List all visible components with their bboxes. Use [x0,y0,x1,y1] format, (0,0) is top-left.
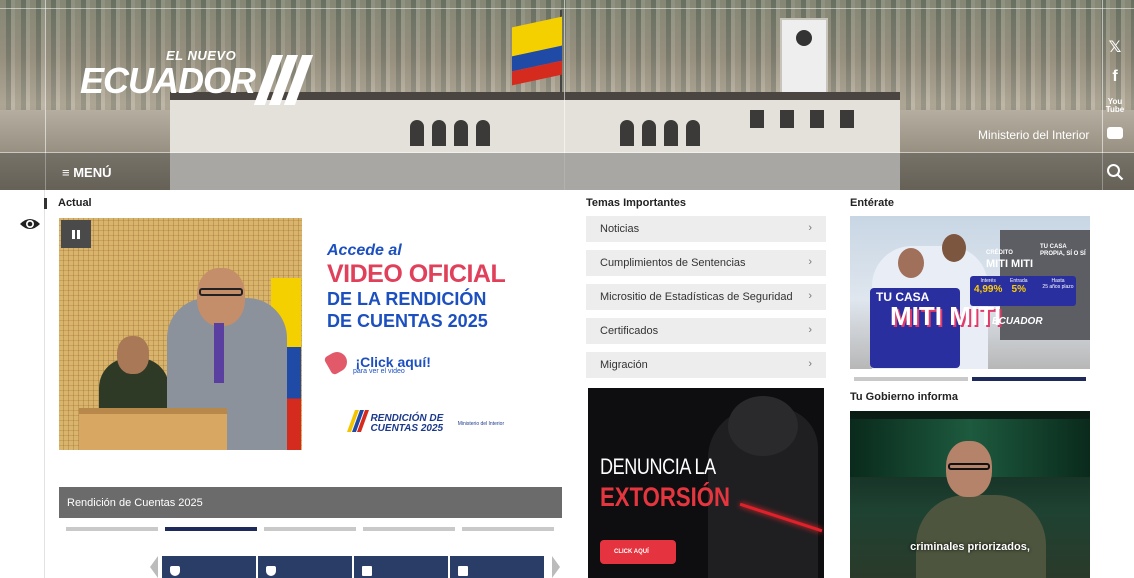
chevron-right-icon: › [808,324,812,336]
nav-bar [0,153,1134,190]
el-nuevo-ecuador-logo[interactable]: EL NUEVO ECUADOR [80,48,314,110]
rendicion-logo: RENDICIÓN DE CUENTAS 2025 Ministerio del … [346,410,505,437]
tema-item-migracion[interactable]: Migración › [586,352,826,378]
quick-card[interactable] [258,556,352,578]
rendicion-logo-line-2: CUENTAS 2025 [370,422,444,434]
slide-line-4: DE CUENTAS 2025 [327,311,488,331]
section-marker [44,198,47,209]
clock-tower [780,18,828,98]
carousel-dot-active[interactable] [165,527,257,531]
banner-brand: ECUADOR [992,316,1043,327]
miti-miti-banner[interactable]: TU CASA MITI MITI CRÉDITO MITI MITI TU CA… [850,216,1090,369]
slide-line-2: VIDEO OFICIAL [327,260,506,288]
tema-label: Cumplimientos de Sentencias [600,257,746,269]
promo-line-2: EXTORSIÓN [600,482,731,512]
banner-miti: MITI MITI [890,301,1002,331]
ministry-name[interactable]: Ministerio del Interior [978,128,1089,142]
slide-text: Accede al VIDEO OFICIAL DE LA RENDICIÓN … [327,242,506,332]
slide-line-1: Accede al [327,242,402,259]
promo-click-button[interactable]: CLICK AQUÍ [600,540,676,564]
search-icon[interactable] [1106,163,1124,181]
logo-stripes [254,55,314,110]
flickr-icon[interactable] [1102,125,1128,154]
tema-label: Noticias [600,223,640,235]
youtube-icon[interactable]: You Tube [1102,96,1128,125]
carousel-dot-active[interactable] [972,377,1086,381]
cards-next-arrow[interactable] [552,556,560,578]
click-here-link[interactable]: ¡Click aquí! para ver el video [323,348,431,376]
carousel-dot[interactable] [854,377,968,381]
tema-label: Micrositio de Estadísticas de Seguridad [600,291,793,303]
x-icon[interactable]: 𝕏 [1102,38,1128,67]
rates-box: Interés 4,99% Entrada 5% Hasta 25 años plaz… [970,276,1076,306]
quick-card[interactable] [450,556,544,578]
slide-photo [59,218,302,450]
banner-tagline: TU CASA PROPIA, SÍ O SÍ [1040,244,1086,257]
rendicion-logo-ministry: Ministerio del Interior [457,420,505,427]
tema-item-sentencias[interactable]: Cumplimientos de Sentencias › [586,250,826,276]
video-subtitle: criminales priorizados, [910,541,1030,553]
carousel-dot[interactable] [462,527,554,531]
carousel-dot[interactable] [264,527,356,531]
tema-item-certificados[interactable]: Certificados › [586,318,826,344]
slide-caption: Rendición de Cuentas 2025 [59,487,562,518]
social-links: 𝕏 f You Tube [1102,38,1128,154]
facebook-icon[interactable]: f [1102,67,1128,96]
folder-icon [362,566,372,576]
pause-button[interactable] [61,220,91,248]
chevron-right-icon: › [808,358,812,370]
chevron-right-icon: › [808,256,812,268]
eye-icon[interactable] [19,216,41,232]
quick-card[interactable] [162,556,256,578]
tema-item-estadisticas[interactable]: Micrositio de Estadísticas de Seguridad › [586,284,826,310]
temas-heading: Temas Importantes [586,197,687,209]
actual-heading: Actual [58,197,92,209]
gobierno-video[interactable]: criminales priorizados, [850,411,1090,578]
carousel-dot[interactable] [363,527,455,531]
shield-icon [170,566,180,576]
menu-button[interactable]: ≡ MENÚ [62,165,111,180]
tema-label: Migración [600,359,648,371]
enterate-heading: Entérate [850,197,895,209]
extorsion-banner[interactable]: DENUNCIA LA EXTORSIÓN CLICK AQUÍ [588,388,824,578]
chevron-right-icon: › [808,222,812,234]
promo-line-1: DENUNCIA LA [600,454,716,479]
credito-miti-logo: CRÉDITO MITI MITI [986,250,1034,270]
shield-icon [266,566,276,576]
tema-item-noticias[interactable]: Noticias › [586,216,826,242]
ecuador-flag [512,16,562,86]
tema-label: Certificados [600,325,659,337]
quick-card[interactable] [354,556,448,578]
slide-line-3: DE LA RENDICIÓN [327,289,487,309]
header-banner: EL NUEVO ECUADOR Ministerio del Interior… [0,0,1134,190]
left-divider [44,190,45,578]
carousel-dot[interactable] [66,527,158,531]
quick-cards [150,556,560,578]
chevron-right-icon: › [808,290,812,302]
logo-main-text: ECUADOR [80,60,256,101]
gobierno-heading: Tu Gobierno informa [850,391,958,403]
hand-pointer-icon [323,348,351,376]
featured-slide[interactable]: Accede al VIDEO OFICIAL DE LA RENDICIÓN … [59,218,563,450]
grid-icon [458,566,468,576]
